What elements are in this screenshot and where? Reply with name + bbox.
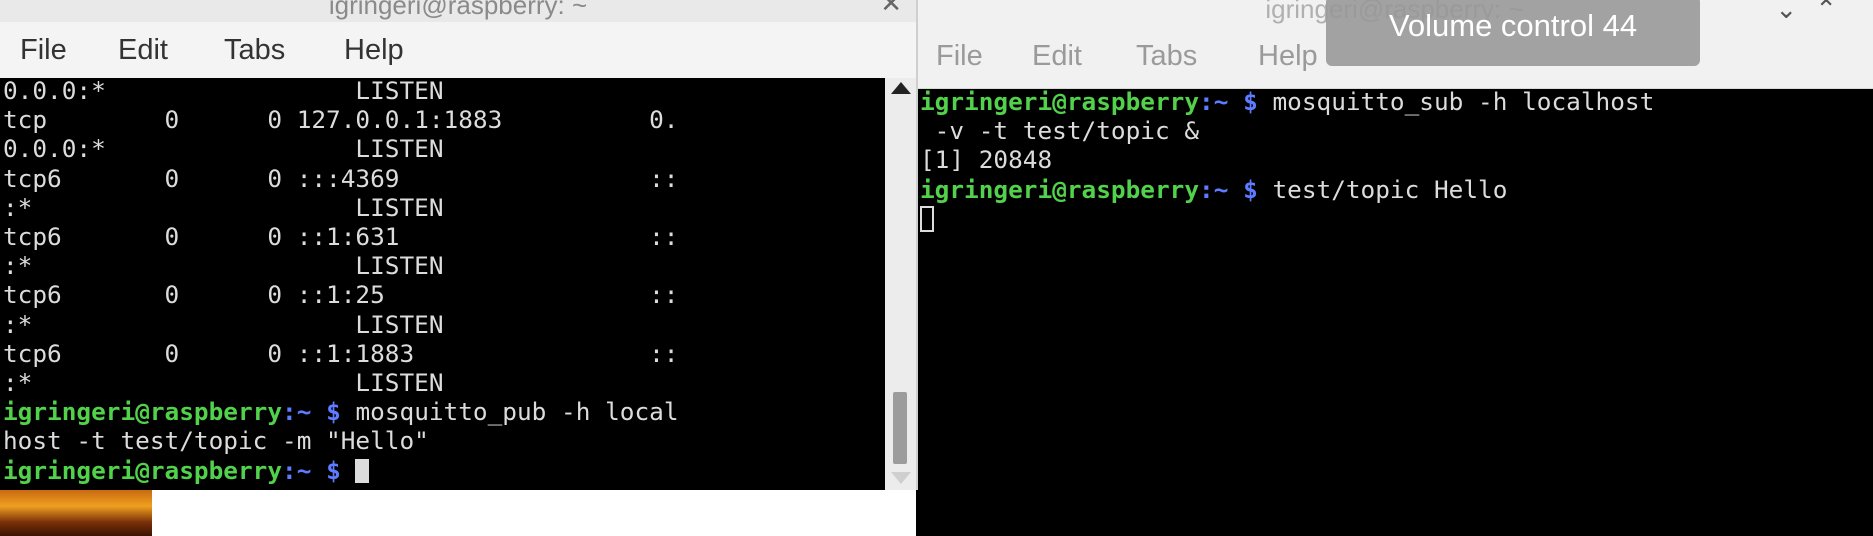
- prompt-user: igringeri@raspberry: [920, 174, 1200, 204]
- prompt-path: :~ $: [1199, 89, 1273, 116]
- menu-help[interactable]: Help: [344, 34, 404, 67]
- terminal-line-text: :* LISTEN: [3, 309, 444, 339]
- menu-edit[interactable]: Edit: [1032, 40, 1082, 73]
- terminal-line-text: -v -t test/topic &: [920, 116, 1200, 146]
- terminal-line-text: 0.0.0:* LISTEN: [3, 134, 444, 164]
- terminal-line-text: tcp6 0 0 ::1:631 ::: [3, 222, 679, 252]
- terminal-line-text: host -t test/topic -m "Hello": [3, 426, 429, 456]
- close-icon[interactable]: ✕: [880, 0, 902, 19]
- menu-edit[interactable]: Edit: [118, 34, 168, 67]
- left-terminal-window[interactable]: igringeri@raspberry: ~ ✕ File Edit Tabs …: [0, 0, 918, 490]
- volume-control-osd: Volume control 44: [1326, 0, 1700, 66]
- prompt-path: :~ $: [1199, 174, 1273, 204]
- terminal-line-text: tcp 0 0 127.0.0.1:1883 0.: [3, 105, 679, 135]
- terminal-line-text: 0.0.0:* LISTEN: [3, 78, 444, 105]
- prompt-user: igringeri@raspberry: [3, 397, 283, 427]
- terminal-cursor: [355, 458, 370, 483]
- terminal-line-text: :* LISTEN: [3, 368, 444, 398]
- terminal-line-text: tcp6 0 0 :::4369 ::: [3, 163, 679, 193]
- menu-help[interactable]: Help: [1258, 40, 1318, 73]
- left-window-titlebar[interactable]: igringeri@raspberry: ~ ✕: [0, 0, 916, 22]
- prompt-user: igringeri@raspberry: [3, 455, 283, 485]
- terminal-line-text: [1] 20848: [920, 145, 1053, 175]
- scrollbar-thumb[interactable]: [893, 392, 907, 464]
- minimize-icon[interactable]: ⌄: [1775, 0, 1815, 24]
- terminal-line-text: test/topic Hello: [1272, 174, 1508, 204]
- right-terminal-output[interactable]: igringeri@raspberry:~ $ mosquitto_sub -h…: [916, 89, 1873, 536]
- left-terminal-output[interactable]: 0.0.0:* LISTEN tcp 0 0 127.0.0.1:1883 0.…: [0, 78, 885, 490]
- scroll-down-arrow-icon[interactable]: [891, 472, 911, 484]
- terminal-line-text: :* LISTEN: [3, 192, 444, 222]
- menu-tabs[interactable]: Tabs: [224, 34, 285, 67]
- desktop-wallpaper: [0, 490, 152, 536]
- terminal-line-text: mosquitto_pub -h local: [355, 397, 679, 427]
- menu-tabs[interactable]: Tabs: [1136, 40, 1197, 73]
- terminal-line-text: mosquitto_sub -h localhost: [1272, 89, 1655, 116]
- window-controls[interactable]: ⌄⌃: [1775, 0, 1855, 25]
- terminal-line-text: :* LISTEN: [3, 251, 444, 281]
- terminal-line-text: tcp6 0 0 ::1:1883 ::: [3, 338, 679, 368]
- right-terminal-window[interactable]: igringeri@raspberry: ~ ⌄⌃ File Edit Tabs…: [916, 0, 1873, 536]
- left-window-title: igringeri@raspberry: ~: [328, 0, 588, 20]
- prompt-path: :~ $: [282, 397, 356, 427]
- terminal-scrollbar[interactable]: [885, 78, 916, 490]
- scroll-up-arrow-icon[interactable]: [891, 82, 911, 94]
- left-window-menubar: File Edit Tabs Help: [0, 22, 916, 78]
- menu-file[interactable]: File: [20, 34, 67, 67]
- maximize-icon[interactable]: ⌃: [1815, 0, 1855, 24]
- desktop-background: [152, 490, 916, 536]
- prompt-user: igringeri@raspberry: [920, 89, 1200, 116]
- terminal-cursor: [920, 205, 934, 232]
- menu-file[interactable]: File: [936, 40, 983, 73]
- terminal-text: 0.0.0:* LISTEN tcp 0 0 127.0.0.1:1883 0.…: [3, 78, 679, 485]
- terminal-text: igringeri@raspberry:~ $ mosquitto_sub -h…: [920, 89, 1654, 233]
- prompt-path: :~ $: [282, 455, 356, 485]
- terminal-line-text: tcp6 0 0 ::1:25 ::: [3, 280, 679, 310]
